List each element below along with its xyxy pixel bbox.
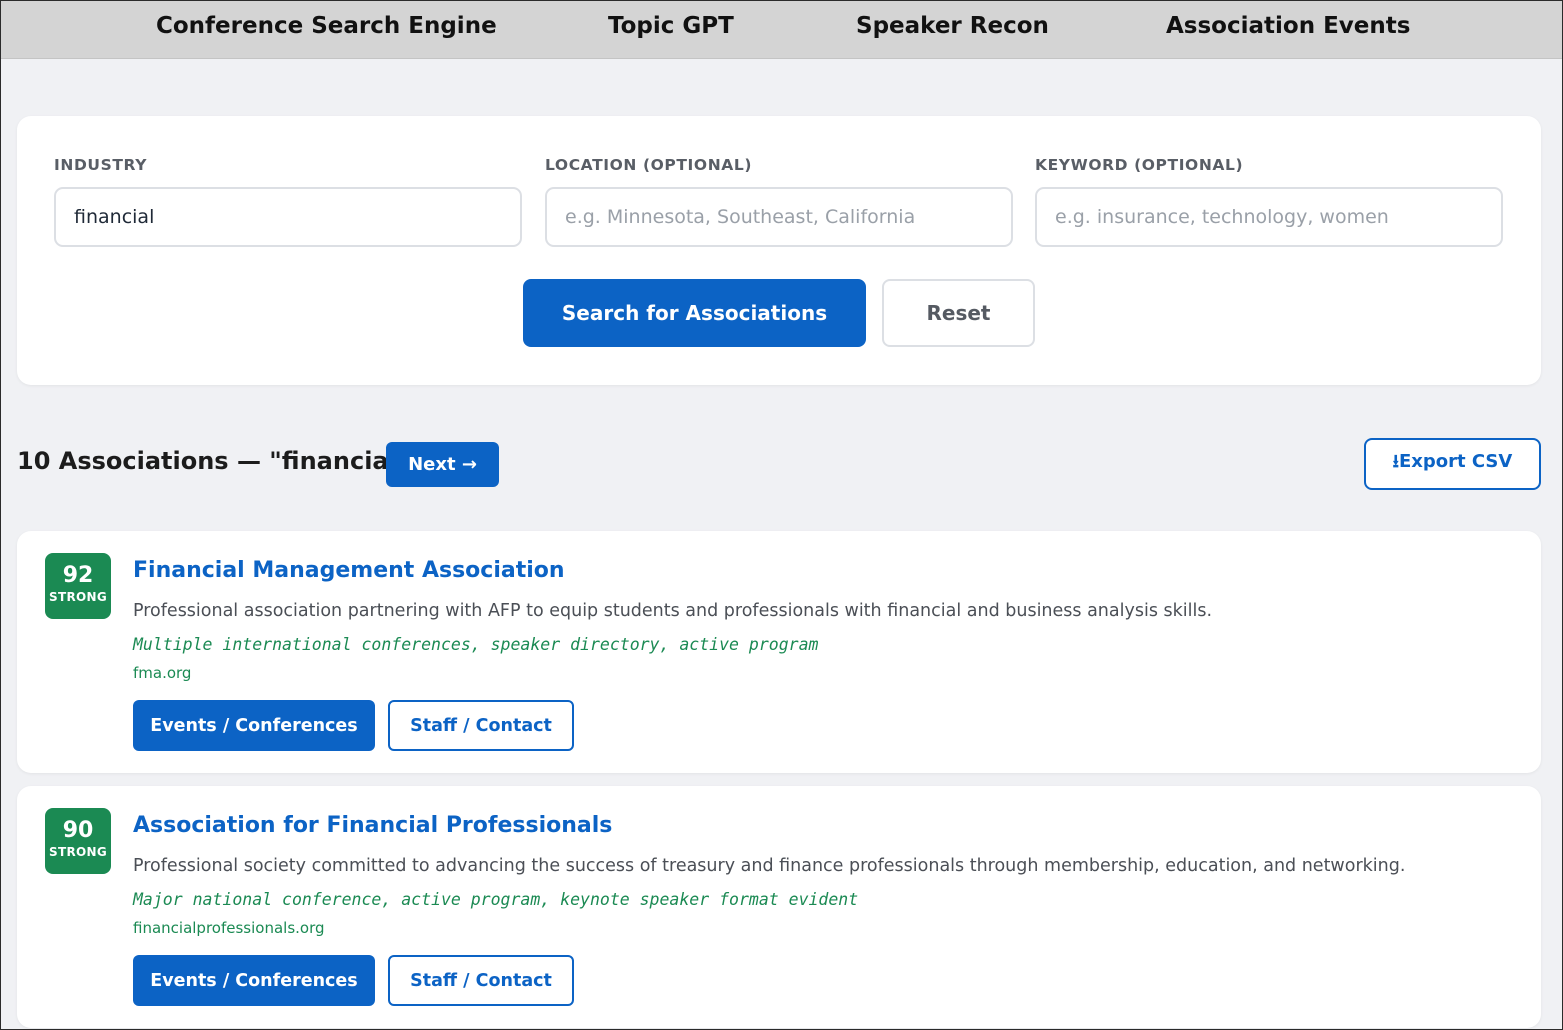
score-value: 92 [62,563,94,588]
events-conferences-button[interactable]: Events / Conferences [133,955,375,1006]
nav-speaker-recon[interactable]: Speaker Recon [856,13,1049,39]
association-description: Professional association partnering with… [133,601,1213,621]
top-nav: Conference Search Engine Topic GPT Speak… [1,1,1562,59]
association-url-link[interactable]: fma.org [133,664,191,682]
association-name-link[interactable]: Association for Financial Professionals [133,813,612,838]
association-name-link[interactable]: Financial Management Association [133,558,565,583]
association-url-link[interactable]: financialprofessionals.org [133,919,325,937]
result-card: 92 STRONG Financial Management Associati… [17,531,1541,773]
staff-contact-button[interactable]: Staff / Contact [388,700,574,751]
industry-input[interactable] [54,187,522,247]
events-conferences-button[interactable]: Events / Conferences [133,700,375,751]
association-description: Professional society committed to advanc… [133,856,1406,876]
location-input[interactable] [545,187,1013,247]
score-badge: 90 STRONG [45,808,111,874]
score-badge: 92 STRONG [45,553,111,619]
location-label: LOCATION (OPTIONAL) [545,156,753,174]
results-title: 10 Associations — "financial" [17,447,410,475]
association-note: Multiple international conferences, spea… [133,635,819,654]
score-label: STRONG [49,590,107,604]
nav-conference-search-engine[interactable]: Conference Search Engine [156,13,497,39]
staff-contact-button[interactable]: Staff / Contact [388,955,574,1006]
next-page-button[interactable]: Next → [386,442,499,487]
search-card: INDUSTRY LOCATION (OPTIONAL) KEYWORD (OP… [17,116,1541,385]
association-note: Major national conference, active progra… [133,890,859,909]
reset-button[interactable]: Reset [882,279,1035,347]
export-csv-button[interactable]: ⭳Export CSV [1364,438,1541,490]
nav-association-events[interactable]: Association Events [1166,13,1410,39]
keyword-input[interactable] [1035,187,1503,247]
search-associations-button[interactable]: Search for Associations [523,279,866,347]
result-card: 90 STRONG Association for Financial Prof… [17,786,1541,1028]
score-label: STRONG [49,845,107,859]
nav-topic-gpt[interactable]: Topic GPT [608,13,734,39]
industry-label: INDUSTRY [54,156,148,174]
score-value: 90 [62,818,94,843]
keyword-label: KEYWORD (OPTIONAL) [1035,156,1244,174]
